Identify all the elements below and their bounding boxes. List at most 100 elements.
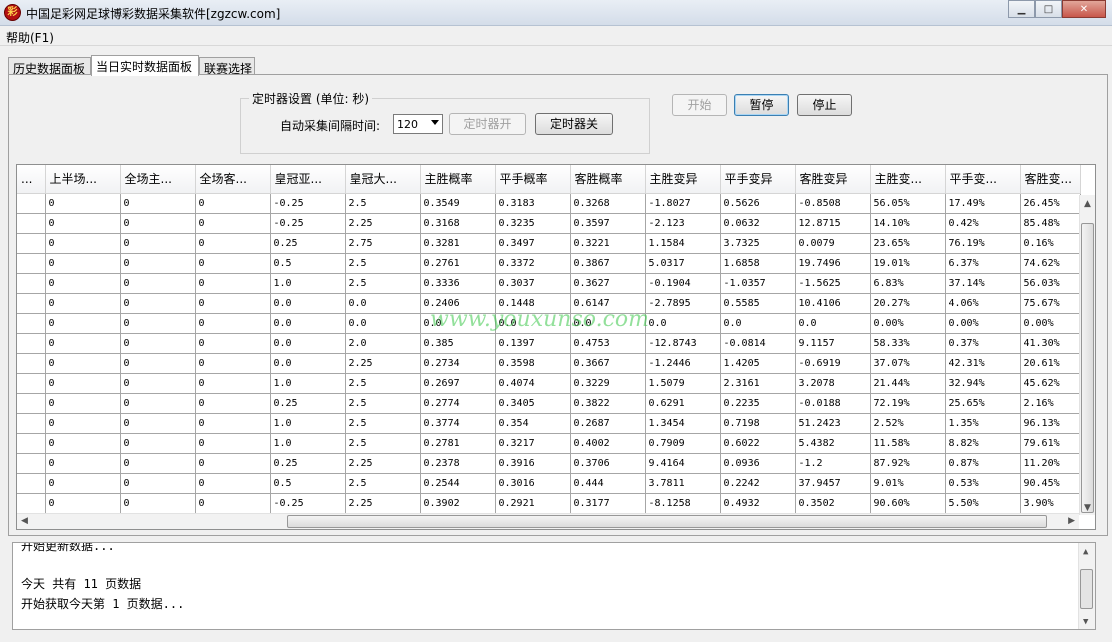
pause-button[interactable]: 暂停 (734, 94, 789, 116)
table-cell: 12.8715 (795, 213, 871, 234)
vertical-scrollbar[interactable]: ▲ ▼ (1079, 195, 1095, 515)
column-header[interactable]: 全场客... (195, 165, 271, 194)
title-bar: 彩 中国足彩网足球博彩数据采集软件[zgzcw.com] ▁ □ ✕ (0, 0, 1112, 26)
table-cell: 0.0 (645, 313, 721, 334)
table-cell: 0 (195, 493, 271, 514)
table-row[interactable]: 0 0 0 0.25 2.75 0.3281 0.3497 0.3221 1.1584 3.732… (17, 233, 1081, 254)
table-cell: 0.3916 (495, 453, 571, 474)
start-button[interactable]: 开始 (672, 94, 727, 116)
scroll-up-icon[interactable]: ▲ (1083, 547, 1088, 557)
table-cell: 0.4753 (570, 333, 646, 354)
table-cell: 0 (45, 313, 121, 334)
interval-label: 自动采集间隔时间: (280, 119, 381, 133)
table-cell: 0.16% (1020, 233, 1081, 254)
horizontal-scrollbar[interactable]: ◀ ▶ (17, 513, 1079, 529)
table-cell: 4.06% (945, 293, 1021, 314)
window-title: 中国足彩网足球博彩数据采集软件[zgzcw.com] (26, 7, 281, 21)
column-header[interactable]: 主胜变... (870, 165, 946, 194)
table-row[interactable]: 0 0 0 0.5 2.5 0.2761 0.3372 0.3867 5.0317 1.6858 1… (17, 253, 1081, 274)
table-cell: -0.8508 (795, 193, 871, 214)
column-header[interactable]: 主胜变异 (645, 165, 721, 194)
table-row[interactable]: 0 0 0 1.0 2.5 0.3336 0.3037 0.3627 -0.1904 -1.035… (17, 273, 1081, 294)
table-cell: 3.7325 (720, 233, 796, 254)
table-cell: 0.5626 (720, 193, 796, 214)
table-cell: 0 (45, 253, 121, 274)
log-output[interactable]: 开始更新数据... 今天 共有 11 页数据 开始获取今天第 1 页数据... … (12, 542, 1096, 630)
table-cell: 96.13% (1020, 413, 1081, 434)
maximize-icon[interactable]: □ (1035, 0, 1062, 18)
log-scrollbar[interactable]: ▲ ▼ (1078, 543, 1095, 629)
table-cell: 11.20% (1020, 453, 1081, 474)
timer-off-button[interactable]: 定时器关 (535, 113, 613, 135)
table-row[interactable]: 0 0 0 1.0 2.5 0.2781 0.3217 0.4002 0.7909 0.6022 5… (17, 433, 1081, 454)
scroll-down-icon[interactable]: ▼ (1084, 503, 1091, 513)
log-line: 开始更新数据... (21, 542, 115, 553)
table-cell: -0.1904 (645, 273, 721, 294)
scroll-up-icon[interactable]: ▲ (1084, 199, 1091, 209)
column-header[interactable]: 上半场... (45, 165, 121, 194)
column-header[interactable]: 客胜变异 (795, 165, 871, 194)
table-cell: -1.2 (795, 453, 871, 474)
table-row[interactable]: 0 0 0 0.25 2.5 0.2774 0.3405 0.3822 0.6291 0.2235… (17, 393, 1081, 414)
log-line: 今天 共有 11 页数据 (21, 577, 142, 591)
column-header[interactable]: 全场主... (120, 165, 196, 194)
tab-today-realtime[interactable]: 当日实时数据面板 (91, 55, 199, 76)
table-row[interactable]: 0 0 0 0.5 2.5 0.2544 0.3016 0.444 3.7811 0.2242 37… (17, 473, 1081, 494)
table-cell: 0 (45, 233, 121, 254)
table-cell (17, 293, 46, 314)
table-cell: 0.354 (495, 413, 571, 434)
table-row[interactable]: 0 0 0 1.0 2.5 0.3774 0.354 0.2687 1.3454 0.7198 51… (17, 413, 1081, 434)
column-header[interactable]: 皇冠大... (345, 165, 421, 194)
table-cell: 6.37% (945, 253, 1021, 274)
table-cell: 0.0936 (720, 453, 796, 474)
timer-on-button[interactable]: 定时器开 (449, 113, 526, 135)
table-cell (17, 453, 46, 474)
table-row[interactable]: 0 0 0 0.25 2.25 0.2378 0.3916 0.3706 9.4164 0.093… (17, 453, 1081, 474)
table-row[interactable]: 0 0 0 -0.25 2.5 0.3549 0.3183 0.3268 -1.8027 0.56… (17, 193, 1081, 214)
column-header[interactable]: 主胜概率 (420, 165, 496, 194)
log-scroll-thumb[interactable] (1080, 569, 1093, 609)
column-header[interactable]: 平手变... (945, 165, 1021, 194)
close-icon[interactable]: ✕ (1062, 0, 1106, 18)
scroll-right-icon[interactable]: ▶ (1068, 516, 1075, 526)
table-cell: 0.3268 (570, 193, 646, 214)
table-cell: 5.4382 (795, 433, 871, 454)
table-cell: 0.3902 (420, 493, 496, 514)
table-cell: 1.35% (945, 413, 1021, 434)
table-row[interactable]: 0 0 0 0.0 2.25 0.2734 0.3598 0.3667 -1.2446 1.420… (17, 353, 1081, 374)
interval-select[interactable]: 120 (393, 114, 443, 134)
table-cell: 26.45% (1020, 193, 1081, 214)
table-row[interactable]: 0 0 0 0.0 2.0 0.385 0.1397 0.4753 -12.8743 -0.081… (17, 333, 1081, 354)
table-row[interactable]: 0 0 0 0.0 0.0 0.0 0.0 0.0 0.0 0.0 0.0 0.00% 0.00% 0.0… (17, 313, 1081, 334)
data-grid[interactable]: ... 上半场... 全场主... 全场客... 皇冠亚... 皇冠大... 主胜概率 平手概… (16, 164, 1096, 530)
table-cell: 2.16% (1020, 393, 1081, 414)
vertical-scroll-thumb[interactable] (1081, 223, 1094, 513)
table-cell: 9.01% (870, 473, 946, 494)
scroll-down-icon[interactable]: ▼ (1083, 617, 1088, 627)
table-row[interactable]: 0 0 0 0.0 0.0 0.2406 0.1448 0.6147 -2.7895 0.5585… (17, 293, 1081, 314)
table-row[interactable]: 0 0 0 -0.25 2.25 0.3902 0.2921 0.3177 -8.1258 0.4… (17, 493, 1081, 514)
scroll-left-icon[interactable]: ◀ (21, 516, 28, 526)
column-header[interactable]: 客胜概率 (570, 165, 646, 194)
column-header[interactable]: 皇冠亚... (270, 165, 346, 194)
column-header[interactable]: 客胜变... (1020, 165, 1081, 194)
table-cell: 2.52% (870, 413, 946, 434)
table-cell: 0 (120, 333, 196, 354)
table-cell: 2.25 (345, 453, 421, 474)
table-cell: 0 (195, 273, 271, 294)
table-row[interactable]: 0 0 0 1.0 2.5 0.2697 0.4074 0.3229 1.5079 2.3161 3… (17, 373, 1081, 394)
table-row[interactable]: 0 0 0 -0.25 2.25 0.3168 0.3235 0.3597 -2.123 0.06… (17, 213, 1081, 234)
table-cell: 8.82% (945, 433, 1021, 454)
column-header[interactable]: 平手概率 (495, 165, 571, 194)
column-header[interactable]: 平手变异 (720, 165, 796, 194)
menu-help[interactable]: 帮助(F1) (6, 29, 54, 46)
column-header[interactable]: ... (17, 165, 46, 194)
stop-button[interactable]: 停止 (797, 94, 852, 116)
table-cell: -0.0188 (795, 393, 871, 414)
minimize-icon[interactable]: ▁ (1008, 0, 1035, 18)
table-cell: 2.75 (345, 233, 421, 254)
table-cell: 9.4164 (645, 453, 721, 474)
horizontal-scroll-thumb[interactable] (287, 515, 1047, 528)
table-cell: 19.7496 (795, 253, 871, 274)
table-cell: 37.9457 (795, 473, 871, 494)
